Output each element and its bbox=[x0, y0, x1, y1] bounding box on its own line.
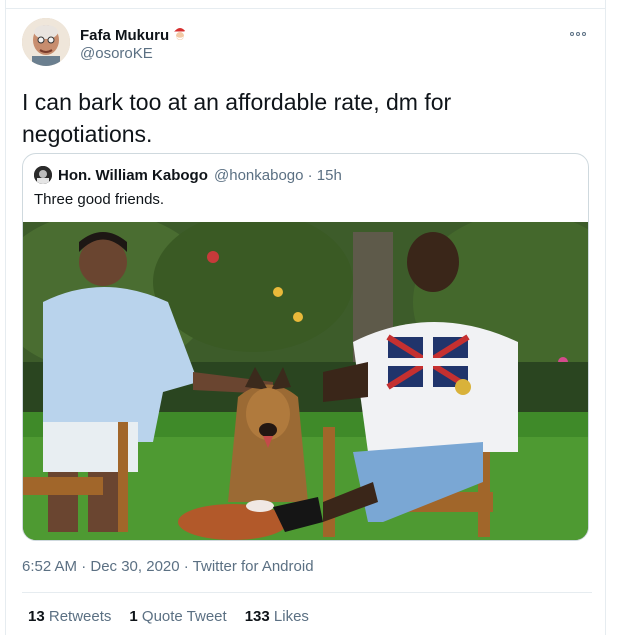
quoted-photo[interactable] bbox=[23, 222, 588, 540]
quoted-author-avatar[interactable] bbox=[34, 166, 52, 184]
likes-count: 133 bbox=[244, 608, 270, 625]
author-name[interactable]: Fafa Mukuru bbox=[80, 24, 189, 46]
quoted-author-meta[interactable]: @honkabogo · 15h bbox=[214, 167, 342, 184]
retweets-label: Retweets bbox=[48, 608, 112, 625]
quoted-tweet[interactable]: Hon. William Kabogo @honkabogo · 15h Thr… bbox=[22, 153, 589, 541]
tweet-text: I can bark too at an affordable rate, dm… bbox=[22, 89, 452, 147]
tweet-stats: 13 Retweets 1 Quote Tweet 133 Likes bbox=[28, 608, 309, 625]
quoted-tweet-text: Three good friends. bbox=[34, 191, 165, 208]
likes-stat[interactable]: 133 Likes bbox=[245, 608, 309, 625]
likes-label: Likes bbox=[273, 608, 309, 625]
santa-emoji-icon bbox=[171, 24, 189, 46]
left-border bbox=[5, 0, 6, 635]
quote-tweets-stat[interactable]: 1 Quote Tweet bbox=[129, 608, 226, 625]
quote-tweets-count: 1 bbox=[129, 608, 138, 625]
top-border bbox=[5, 8, 606, 9]
author-name-text[interactable]: Fafa Mukuru bbox=[80, 27, 169, 44]
retweets-count: 13 bbox=[28, 608, 45, 625]
quote-tweets-label: Quote Tweet bbox=[141, 608, 227, 625]
retweets-stat[interactable]: 13 Retweets bbox=[28, 608, 111, 625]
author-handle[interactable]: @osoroKE bbox=[80, 45, 153, 62]
tweet-card: Fafa Mukuru @osoroKE I can bark too at a… bbox=[0, 0, 619, 635]
footer-divider bbox=[22, 592, 592, 593]
quoted-author-name[interactable]: Hon. William Kabogo bbox=[58, 167, 208, 184]
author-avatar[interactable] bbox=[22, 18, 70, 66]
tweet-timestamp[interactable]: 6:52 AM · Dec 30, 2020 · Twitter for And… bbox=[22, 558, 314, 575]
right-border bbox=[605, 0, 606, 635]
more-options-icon[interactable] bbox=[566, 28, 590, 40]
